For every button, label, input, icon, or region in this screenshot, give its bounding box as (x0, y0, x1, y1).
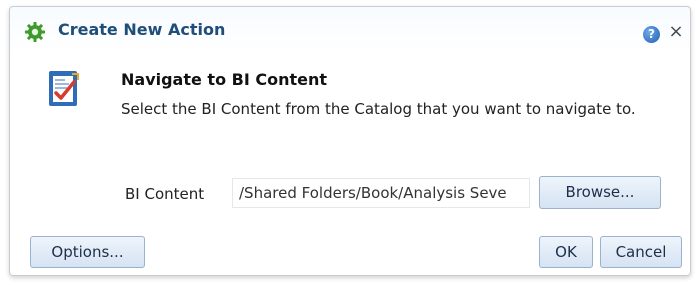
dialog-title: Create New Action (58, 20, 226, 39)
cancel-button[interactable]: Cancel (600, 236, 682, 268)
gear-icon (25, 22, 45, 42)
create-new-action-dialog: Create New Action ? × Navigate to BI Con… (9, 6, 691, 276)
browse-button[interactable]: Browse... (539, 176, 661, 209)
bi-content-label: BI Content (125, 185, 205, 203)
dialog-titlebar: Create New Action ? × (10, 7, 690, 51)
section-heading: Navigate to BI Content (121, 70, 328, 89)
help-icon[interactable]: ? (643, 26, 660, 43)
bi-content-path-field[interactable]: /Shared Folders/Book/Analysis Seve (232, 178, 530, 208)
report-checkmark-icon (49, 71, 79, 106)
ok-button[interactable]: OK (539, 236, 593, 268)
section-description: Select the BI Content from the Catalog t… (121, 100, 636, 118)
close-icon[interactable]: × (668, 22, 684, 42)
options-button[interactable]: Options... (30, 236, 145, 268)
